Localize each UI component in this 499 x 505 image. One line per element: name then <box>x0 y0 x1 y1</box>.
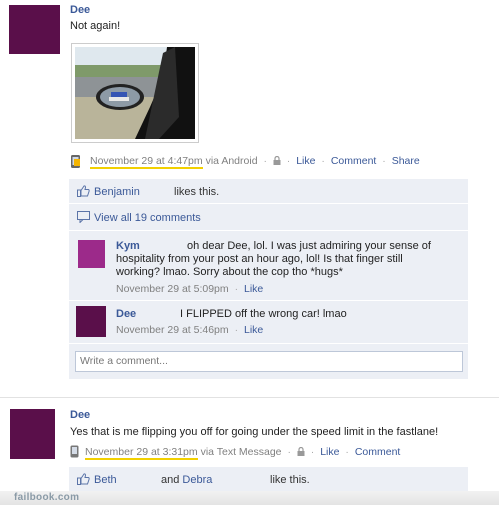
thumbs-up-icon <box>77 185 90 197</box>
failbook-footer: failbook.com <box>0 491 499 505</box>
comment1-timestamp[interactable]: November 29 at 5:09pm <box>116 283 229 295</box>
post1-text: Not again! <box>70 20 121 32</box>
failbook-watermark[interactable]: failbook.com <box>14 492 79 503</box>
post2-like-link[interactable]: Like <box>320 446 339 458</box>
post-divider <box>0 397 499 398</box>
comments-icon <box>77 211 90 224</box>
post1-share-link[interactable]: Share <box>392 155 420 167</box>
view-all-comments-link[interactable]: View all 19 comments <box>94 212 201 224</box>
mobile-phone-icon <box>70 445 79 458</box>
lock-icon[interactable] <box>297 446 305 456</box>
post2-author-avatar[interactable] <box>10 409 55 459</box>
comment2-avatar[interactable] <box>76 306 106 337</box>
post1-meta: November 29 at 4:47pm via Android · · Li… <box>90 155 420 169</box>
post1-via: via Android <box>205 155 258 167</box>
car-mirror-photo <box>75 47 195 139</box>
post1-comment-link[interactable]: Comment <box>331 155 377 167</box>
post1-timestamp[interactable]: November 29 at 4:47pm <box>90 155 203 169</box>
post2-and-debra: and Debra <box>161 474 213 486</box>
comment1-like-link[interactable]: Like <box>244 283 263 295</box>
comment2-timestamp[interactable]: November 29 at 5:46pm <box>116 324 229 336</box>
post2-likes-suffix: like this. <box>270 474 310 486</box>
post2-text: Yes that is me flipping you off for goin… <box>70 426 439 438</box>
lock-icon[interactable] <box>273 155 281 165</box>
post1-liker-name[interactable]: Benjamin <box>94 186 140 198</box>
post2-author-name[interactable]: Dee <box>70 409 90 421</box>
comment1-text-block: oh dear Dee, lol. I was just admiring yo… <box>116 240 431 278</box>
post2-via: via Text Message <box>200 446 282 458</box>
post1-feedback <box>69 179 468 379</box>
thumbs-up-icon <box>77 473 90 485</box>
post1-photo[interactable] <box>71 43 199 143</box>
comment2-text: I FLIPPED off the wrong car! lmao <box>180 308 347 320</box>
post2-feedback <box>69 467 468 491</box>
comment1-meta: November 29 at 5:09pm · Like <box>116 283 264 295</box>
comment2-like-link[interactable]: Like <box>244 324 263 336</box>
comment1-avatar[interactable] <box>78 240 105 268</box>
post2-timestamp[interactable]: November 29 at 3:31pm <box>85 446 198 460</box>
post1-like-link[interactable]: Like <box>296 155 315 167</box>
android-icon <box>70 155 82 169</box>
post1-likes-suffix: likes this. <box>174 186 220 198</box>
post2-meta: November 29 at 3:31pm via Text Message ·… <box>85 446 401 460</box>
post1-author-name[interactable]: Dee <box>70 4 90 16</box>
post2-liker-debra[interactable]: Debra <box>182 474 212 486</box>
post1-author-avatar[interactable] <box>9 5 60 54</box>
post2-liker-beth[interactable]: Beth <box>94 474 117 486</box>
post2-comment-link[interactable]: Comment <box>355 446 401 458</box>
comment2-author[interactable]: Dee <box>116 308 136 320</box>
write-comment-input[interactable]: Write a comment... <box>75 351 463 372</box>
comment2-meta: November 29 at 5:46pm · Like <box>116 324 264 336</box>
